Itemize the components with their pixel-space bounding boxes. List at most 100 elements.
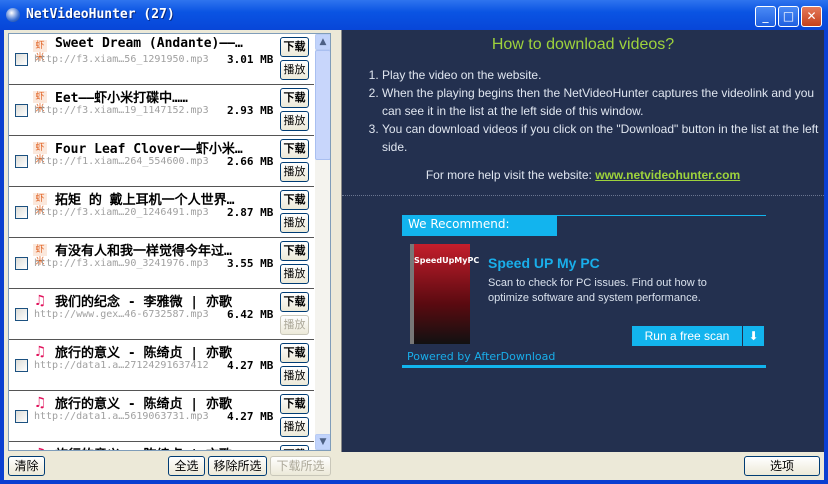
title-bar[interactable]: NetVideoHunter (27) _ □ ✕: [0, 0, 828, 30]
item-checkbox[interactable]: [15, 155, 28, 168]
item-title: Sweet Dream (Andante)——…: [55, 36, 243, 51]
clear-button[interactable]: 清除: [8, 456, 45, 476]
item-url: http://data1.a…27124291637412: [34, 360, 209, 371]
item-url: http://f3.xiam…19_1147152.mp3: [34, 105, 209, 116]
item-title: 我们的纪念 - 李雅微 | 亦歌: [55, 295, 232, 310]
remove-selected-button[interactable]: 移除所选: [208, 456, 267, 476]
play-button[interactable]: 播放: [280, 111, 309, 131]
item-size: 2.66 MB: [227, 155, 274, 168]
ad-header: We Recommend:: [402, 215, 557, 236]
music-note-icon: ♫: [33, 447, 47, 450]
list-item: 虾米 有没有人和我一样觉得今年过… http://f3.xiam…90_3241…: [9, 238, 314, 289]
list-item: 虾米 Eet——虾小米打碟中…… http://f3.xiam…19_11471…: [9, 85, 314, 136]
play-button[interactable]: 播放: [280, 60, 309, 80]
item-checkbox[interactable]: [15, 206, 28, 219]
download-button[interactable]: 下载: [280, 190, 309, 210]
item-checkbox[interactable]: [15, 359, 28, 372]
item-url: http://f1.xiam…264_554600.mp3: [34, 156, 209, 167]
item-checkbox[interactable]: [15, 104, 28, 117]
help-more: For more help visit the website: www.net…: [342, 168, 824, 182]
download-button[interactable]: 下载: [280, 88, 309, 108]
download-button[interactable]: 下载: [280, 241, 309, 261]
item-title: 旅行的意义 - 陈绮贞 | 亦歌: [55, 444, 232, 450]
item-title: 旅行的意义 - 陈绮贞 | 亦歌: [55, 346, 232, 361]
help-panel: How to download videos? Play the video o…: [341, 30, 824, 452]
video-list: 虾米 Sweet Dream (Andante)——… http://f3.xi…: [8, 33, 331, 451]
play-button[interactable]: 播放: [280, 162, 309, 182]
play-button[interactable]: 播放: [280, 315, 309, 335]
scroll-up-icon[interactable]: ▲: [315, 34, 330, 50]
list-item: ♫ 旅行的意义 - 陈绮贞 | 亦歌 http://data1.a…271242…: [9, 340, 314, 391]
download-button[interactable]: 下载: [280, 343, 309, 363]
item-checkbox[interactable]: [15, 308, 28, 321]
window-client: 虾米 Sweet Dream (Andante)——… http://f3.xi…: [4, 30, 824, 480]
play-button[interactable]: 播放: [280, 264, 309, 284]
item-size: 4.27 MB: [227, 410, 274, 423]
download-button[interactable]: 下载: [280, 139, 309, 159]
item-checkbox[interactable]: [15, 53, 28, 66]
list-item: ♫ 旅行的意义 - 陈绮贞 | 亦歌 http://data1.a…561906…: [9, 391, 314, 442]
ad-title[interactable]: Speed UP My PC: [488, 255, 600, 271]
help-steps: Play the video on the website. When the …: [362, 66, 827, 156]
item-title: 旅行的意义 - 陈绮贞 | 亦歌: [55, 397, 232, 412]
help-more-text: For more help visit the website:: [425, 168, 596, 182]
item-size: 4.27 MB: [227, 359, 274, 372]
window-title: NetVideoHunter (27): [26, 7, 175, 22]
scroll-down-icon[interactable]: ▼: [315, 434, 330, 450]
ad-box: We Recommend: SpeedUpMyPC Speed UP My PC…: [402, 215, 766, 368]
minimize-button[interactable]: _: [755, 6, 776, 27]
help-step: When the playing begins then the NetVide…: [382, 84, 827, 120]
xiami-icon: 虾米: [33, 244, 47, 267]
run-scan-button[interactable]: Run a free scan: [632, 326, 742, 346]
website-link[interactable]: www.netvideohunter.com: [595, 168, 740, 182]
list-item: ♫ 旅行的意义 - 陈绮贞 | 亦歌 下载: [9, 442, 314, 450]
play-button[interactable]: 播放: [280, 417, 309, 437]
xiami-icon: 虾米: [33, 40, 47, 63]
download-button[interactable]: 下载: [280, 445, 309, 450]
scrollbar[interactable]: ▲ ▼: [315, 34, 330, 450]
xiami-icon: 虾米: [33, 193, 47, 216]
download-button[interactable]: 下载: [280, 292, 309, 312]
item-url: http://data1.a…5619063731.mp3: [34, 411, 209, 422]
download-button[interactable]: 下载: [280, 37, 309, 57]
download-button[interactable]: 下载: [280, 394, 309, 414]
xiami-icon: 虾米: [33, 142, 47, 165]
ad-description: Scan to check for PC issues. Find out ho…: [488, 277, 707, 304]
item-title: 有没有人和我一样觉得今年过…: [55, 244, 232, 259]
scroll-thumb[interactable]: [315, 50, 330, 160]
item-url: http://f3.xiam…56_1291950.mp3: [34, 54, 209, 65]
download-arrow-icon[interactable]: ⬇: [743, 326, 764, 346]
list-item: ♫ 我们的纪念 - 李雅微 | 亦歌 http://www.gex…46-673…: [9, 289, 314, 340]
music-note-icon: ♫: [33, 395, 47, 411]
download-selected-button[interactable]: 下载所选: [270, 456, 331, 476]
play-button[interactable]: 播放: [280, 366, 309, 386]
music-note-icon: ♫: [33, 293, 47, 309]
product-box-image[interactable]: SpeedUpMyPC: [410, 244, 479, 344]
item-size: 2.87 MB: [227, 206, 274, 219]
help-step: Play the video on the website.: [382, 66, 827, 84]
item-size: 3.55 MB: [227, 257, 274, 270]
close-button[interactable]: ✕: [801, 6, 822, 27]
item-size: 6.42 MB: [227, 308, 274, 321]
powered-by: Powered by AfterDownload: [407, 350, 556, 363]
options-button[interactable]: 选项: [744, 456, 820, 476]
divider: [342, 195, 824, 196]
list-item: 虾米 拓矩 的 戴上耳机一个人世界… http://f3.xiam…20_124…: [9, 187, 314, 238]
play-button[interactable]: 播放: [280, 213, 309, 233]
item-url: http://f3.xiam…20_1246491.mp3: [34, 207, 209, 218]
app-icon: [6, 8, 20, 22]
help-step: You can download videos if you click on …: [382, 120, 827, 156]
item-checkbox[interactable]: [15, 257, 28, 270]
item-checkbox[interactable]: [15, 410, 28, 423]
item-title: 拓矩 的 戴上耳机一个人世界…: [55, 193, 235, 208]
help-title: How to download videos?: [491, 36, 675, 53]
ad-bottom-line: [402, 365, 766, 368]
select-all-button[interactable]: 全选: [168, 456, 205, 476]
list-item: 虾米 Four Leaf Clover——虾小米… http://f1.xiam…: [9, 136, 314, 187]
item-url: http://f3.xiam…90_3241976.mp3: [34, 258, 209, 269]
item-title: Four Leaf Clover——虾小米…: [55, 142, 243, 157]
list-item: 虾米 Sweet Dream (Andante)——… http://f3.xi…: [9, 34, 314, 85]
maximize-button[interactable]: □: [778, 6, 799, 27]
item-url: http://www.gex…46-6732587.mp3: [34, 309, 209, 320]
item-size: 2.93 MB: [227, 104, 274, 117]
